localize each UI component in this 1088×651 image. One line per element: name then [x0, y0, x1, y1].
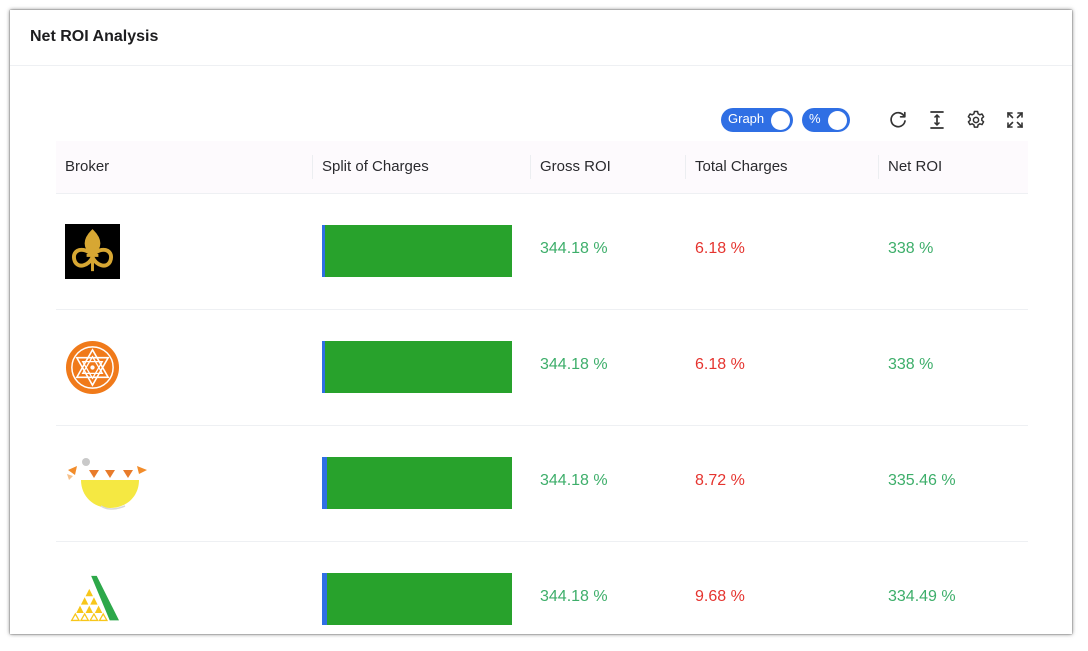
column-divider[interactable] — [685, 155, 686, 179]
table-header: Broker Split of Charges Gross ROI Total … — [56, 141, 1028, 194]
sri-yantra-logo — [65, 340, 120, 395]
total-charges-value: 6.18 % — [695, 240, 745, 257]
gross-roi-value: 344.18 % — [540, 240, 608, 257]
table-row[interactable]: 344.18 % 8.72 % 335.46 % — [56, 426, 1028, 542]
settings-button[interactable] — [965, 109, 987, 131]
graph-toggle[interactable]: Graph — [721, 108, 793, 132]
table-row[interactable]: 344.18 % 9.68 % 334.49 % — [56, 542, 1028, 634]
charges-split-bar[interactable] — [322, 341, 512, 393]
column-header-gross-roi[interactable]: Gross ROI — [540, 141, 611, 193]
toggle-knob — [828, 110, 847, 130]
fullscreen-button[interactable] — [1004, 109, 1026, 131]
table-row[interactable]: 344.18 % 6.18 % 338 % — [56, 194, 1028, 310]
triangle-logo — [70, 575, 119, 622]
column-header-net-roi[interactable]: Net ROI — [888, 141, 942, 193]
card-header: Net ROI Analysis — [10, 10, 1072, 66]
column-divider[interactable] — [530, 155, 531, 179]
column-divider[interactable] — [878, 155, 879, 179]
gross-roi-value: 344.18 % — [540, 356, 608, 373]
column-header-split[interactable]: Split of Charges — [322, 141, 429, 193]
refresh-button[interactable] — [887, 109, 909, 131]
net-roi-segment — [325, 225, 512, 277]
text-height-icon — [930, 111, 944, 129]
toggle-knob — [771, 110, 790, 130]
net-roi-segment — [327, 573, 512, 625]
table-row[interactable]: 344.18 % 6.18 % 338 % — [56, 310, 1028, 426]
net-roi-segment — [325, 341, 512, 393]
percent-toggle[interactable]: % — [802, 108, 850, 132]
fleur-de-lis-logo — [65, 224, 120, 279]
roi-table: Broker Split of Charges Gross ROI Total … — [56, 141, 1028, 634]
column-divider[interactable] — [312, 155, 313, 179]
bowl-logo — [67, 458, 147, 510]
total-charges-value: 6.18 % — [695, 356, 745, 373]
total-charges-value: 8.72 % — [695, 472, 745, 489]
net-roi-segment — [326, 457, 512, 509]
charges-split-bar[interactable] — [322, 457, 512, 509]
net-roi-value: 334.49 % — [888, 588, 956, 605]
charges-split-bar[interactable] — [322, 225, 512, 277]
column-header-broker[interactable]: Broker — [65, 141, 109, 193]
expand-icon — [1007, 112, 1023, 128]
net-roi-value: 338 % — [888, 240, 934, 257]
card-title: Net ROI Analysis — [30, 27, 159, 45]
net-roi-value: 335.46 % — [888, 472, 956, 489]
graph-toggle-label: Graph — [728, 110, 765, 126]
percent-toggle-label: % — [809, 110, 821, 126]
gear-icon — [967, 110, 985, 128]
charges-split-bar[interactable] — [322, 573, 512, 625]
net-roi-value: 338 % — [888, 356, 934, 373]
chart-toolbar: Graph % — [721, 108, 1026, 132]
net-roi-card: Net ROI Analysis Graph % Broker Split of… — [10, 10, 1072, 634]
refresh-icon — [890, 111, 906, 128]
gross-roi-value: 344.18 % — [540, 472, 608, 489]
row-height-button[interactable] — [926, 109, 948, 131]
gross-roi-value: 344.18 % — [540, 588, 608, 605]
column-header-total-charges[interactable]: Total Charges — [695, 141, 788, 193]
total-charges-value: 9.68 % — [695, 588, 745, 605]
